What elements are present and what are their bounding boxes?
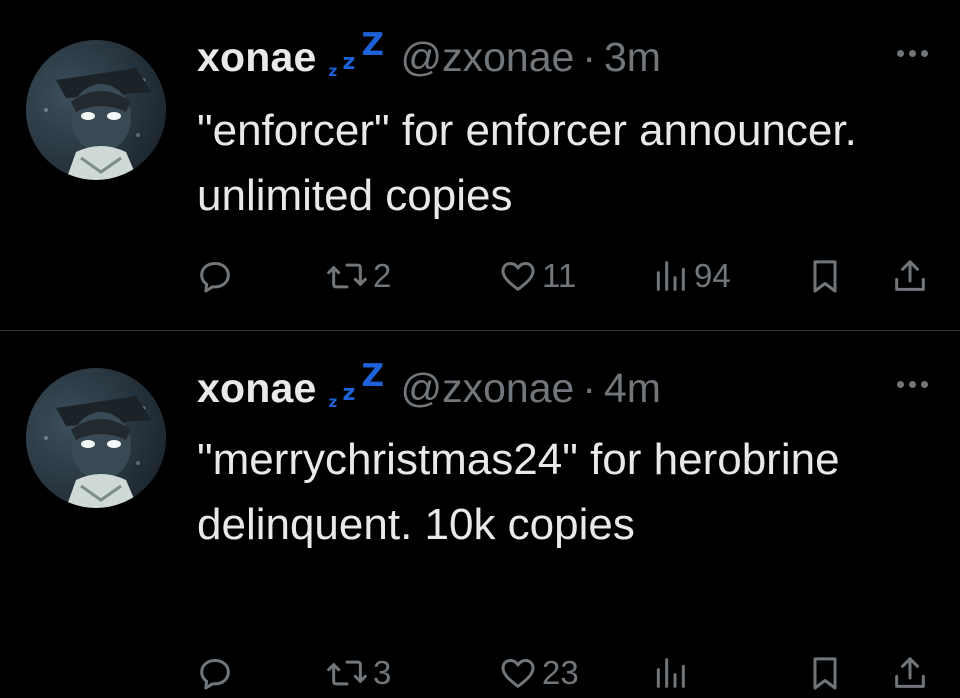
retweet-icon xyxy=(327,263,367,289)
tweet-header: xonae zzZ @zxonae · 3m xyxy=(197,27,661,88)
bookmark-icon xyxy=(813,657,837,690)
timestamp[interactable]: 4m xyxy=(604,365,661,412)
views-icon xyxy=(656,261,685,291)
display-name[interactable]: xonae xyxy=(197,365,317,412)
reply-button[interactable] xyxy=(195,254,239,298)
tweet-header: xonae zzZ @zxonae · 4m xyxy=(197,358,661,419)
views-button[interactable]: 94 xyxy=(650,254,731,298)
share-button[interactable] xyxy=(890,651,930,695)
retweet-button[interactable]: 3 xyxy=(325,651,391,695)
avatar-image xyxy=(26,368,166,508)
view-count: 94 xyxy=(694,257,731,294)
like-button[interactable]: 11 xyxy=(498,254,576,298)
like-count: 23 xyxy=(542,654,579,691)
sleeping-icon: zzZ xyxy=(328,358,384,411)
tweet-text: "merrychristmas24" for herobrine delinqu… xyxy=(197,435,840,549)
tweet-text: "enforcer" for enforcer announcer. unlim… xyxy=(197,106,857,220)
views-button[interactable] xyxy=(650,651,694,695)
views-icon xyxy=(656,658,685,688)
retweet-button[interactable]: 2 xyxy=(325,254,391,298)
tweet[interactable]: xonae zzZ @zxonae · 4m "merrychristmas24… xyxy=(0,331,960,698)
sleeping-icon: zzZ xyxy=(328,27,384,80)
retweet-count: 3 xyxy=(373,654,392,691)
avatar[interactable] xyxy=(26,368,166,508)
tweet-actions: 2 11 94 xyxy=(195,254,935,298)
more-icon[interactable] xyxy=(897,381,928,388)
tweet[interactable]: xonae zzZ @zxonae · 3m "enforcer" for en… xyxy=(0,0,960,330)
separator: · xyxy=(582,34,596,80)
like-count: 11 xyxy=(542,257,577,294)
share-icon xyxy=(895,260,925,291)
reply-button[interactable] xyxy=(195,651,239,695)
tweet-actions: 3 23 xyxy=(195,651,935,695)
bookmark-button[interactable] xyxy=(805,254,845,298)
retweet-count: 2 xyxy=(373,257,392,294)
like-button[interactable]: 23 xyxy=(498,651,579,695)
timestamp[interactable]: 3m xyxy=(604,34,661,81)
separator: · xyxy=(582,365,596,411)
user-handle[interactable]: @zxonae xyxy=(401,34,575,81)
heart-icon xyxy=(501,659,535,688)
more-icon[interactable] xyxy=(897,50,928,57)
avatar[interactable] xyxy=(26,40,166,180)
retweet-icon xyxy=(327,660,367,686)
heart-icon xyxy=(501,262,535,291)
share-button[interactable] xyxy=(890,254,930,298)
share-icon xyxy=(895,657,925,688)
display-name[interactable]: xonae xyxy=(197,34,317,81)
bookmark-button[interactable] xyxy=(805,651,845,695)
user-handle[interactable]: @zxonae xyxy=(401,365,575,412)
reply-icon xyxy=(200,659,230,690)
reply-icon xyxy=(200,262,230,293)
bookmark-icon xyxy=(813,260,837,293)
avatar-image xyxy=(26,40,166,180)
